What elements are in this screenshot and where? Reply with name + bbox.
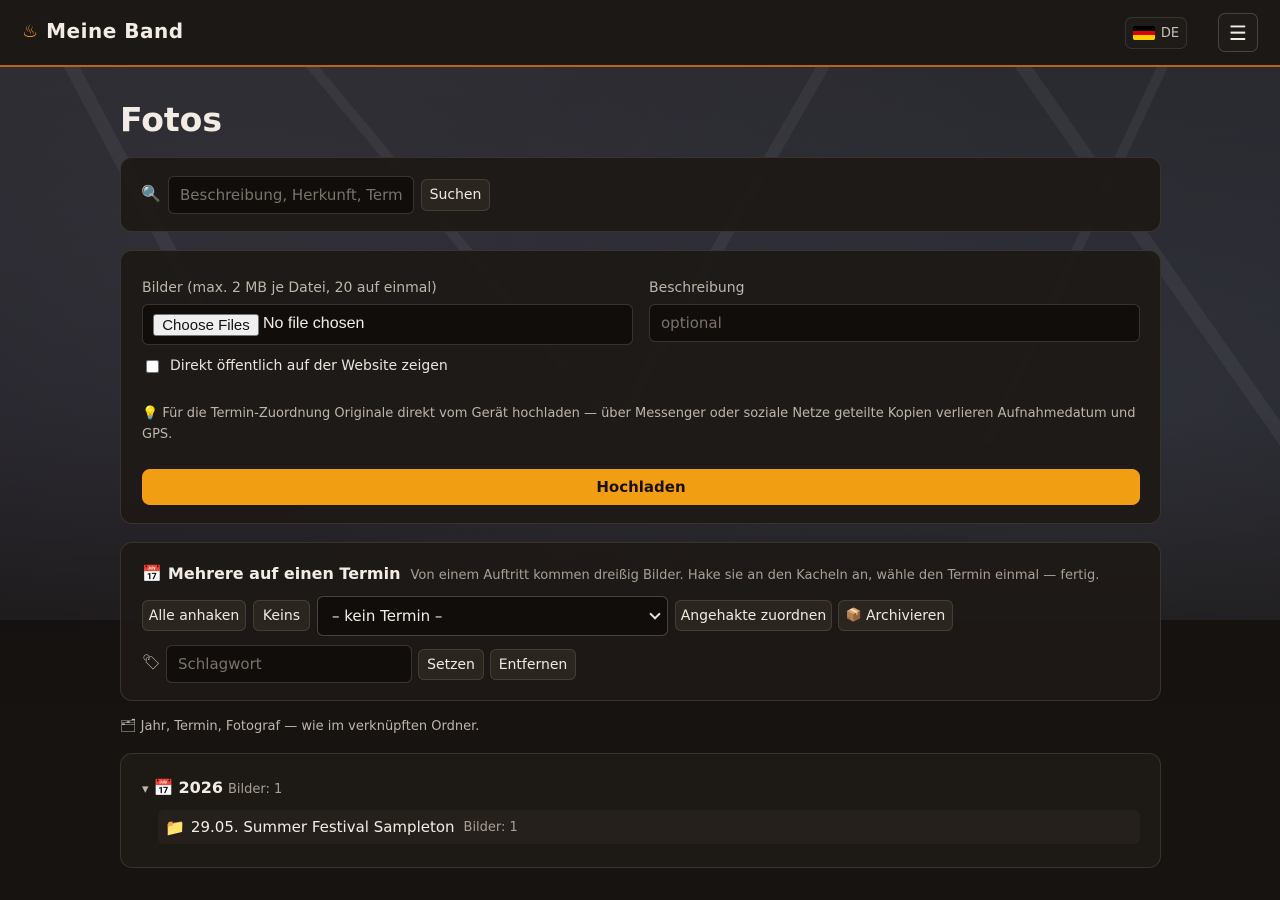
event-folder-name: 29.05. Summer Festival Sampleton: [190, 818, 455, 836]
brand[interactable]: ♨ Meine Band: [22, 19, 184, 43]
upload-hint: 💡 Für die Termin-Zuordnung Originale dir…: [142, 403, 1142, 445]
german-flag-icon: [1132, 26, 1155, 40]
page-title: Fotos: [120, 100, 222, 139]
folder-icon: 📁: [165, 817, 185, 837]
images-label: Bilder (max. 2 MB je Datei, 20 auf einma…: [142, 280, 437, 296]
archive-label: Archivieren: [865, 607, 946, 624]
bulk-title: Mehrere auf einen Termin: [167, 564, 401, 583]
event-folder-row[interactable]: 📁 29.05. Summer Festival Sampleton Bilde…: [158, 810, 1140, 844]
chevron-down-icon: [649, 608, 661, 620]
tag-input[interactable]: [166, 645, 412, 683]
upload-card: Bilder (max. 2 MB je Datei, 20 auf einma…: [120, 250, 1161, 524]
archive-button[interactable]: 📦 Archivieren: [838, 600, 953, 631]
disclosure-triangle-icon: ▾: [142, 782, 149, 797]
bulk-header: 📅 Mehrere auf einen Termin Von einem Auf…: [142, 564, 1099, 583]
year-group-toggle[interactable]: ▾ 📅 2026 Bilder: 1: [142, 778, 282, 797]
search-icon: 🔍: [141, 184, 161, 203]
description-label: Beschreibung: [649, 280, 745, 296]
package-icon: 📦: [845, 608, 862, 623]
folders-hint-text: Jahr, Termin, Fotograf — wie im verknüpf…: [140, 719, 480, 734]
search-card: 🔍 Suchen: [120, 157, 1161, 232]
calendar-icon: 📅: [142, 564, 162, 583]
hot-springs-icon: ♨: [22, 20, 39, 42]
folder-tree-card: ▾ 📅 2026 Bilder: 1 📁 29.05. Summer Festi…: [120, 753, 1161, 868]
bulk-subtitle: Von einem Auftritt kommen dreißig Bilder…: [410, 568, 1100, 583]
select-none-button[interactable]: Keins: [253, 600, 310, 631]
lightbulb-icon: 💡: [142, 406, 159, 421]
language-code: DE: [1160, 25, 1180, 41]
calendar-icon: 📅: [153, 778, 174, 797]
search-button[interactable]: Suchen: [421, 179, 490, 211]
top-navigation-bar: ♨ Meine Band DE ☰: [0, 0, 1280, 67]
termin-select[interactable]: – kein Termin –: [317, 596, 668, 636]
year-count: Bilder: 1: [227, 782, 283, 797]
language-switcher-button[interactable]: DE: [1125, 17, 1187, 49]
select-all-button[interactable]: Alle anhaken: [142, 600, 246, 631]
card-index-dividers-icon: 🗂: [120, 719, 137, 734]
no-file-text: No file chosen: [263, 315, 365, 332]
set-tag-button[interactable]: Setzen: [418, 649, 484, 680]
file-input[interactable]: Choose Files No file chosen: [142, 304, 633, 345]
description-input[interactable]: [649, 304, 1140, 342]
remove-tag-button[interactable]: Entfernen: [490, 649, 576, 680]
choose-files-button[interactable]: Choose Files: [153, 314, 259, 336]
termin-select-value: – kein Termin –: [332, 607, 443, 625]
brand-name: Meine Band: [46, 19, 184, 43]
search-input[interactable]: [168, 176, 414, 214]
folders-hint: 🗂 Jahr, Termin, Fotograf — wie im verknü…: [120, 719, 479, 734]
hamburger-menu-button[interactable]: ☰: [1218, 13, 1258, 52]
public-checkbox-label: Direkt öffentlich auf der Website zeigen: [170, 358, 448, 374]
public-checkbox[interactable]: [146, 360, 159, 373]
event-folder-count: Bilder: 1: [463, 819, 518, 835]
tag-icon: 🏷: [142, 653, 162, 671]
upload-hint-text: Für die Termin-Zuordnung Originale direk…: [142, 406, 1136, 442]
assign-selected-button[interactable]: Angehakte zuordnen: [675, 600, 832, 631]
bulk-assign-card: 📅 Mehrere auf einen Termin Von einem Auf…: [120, 542, 1161, 701]
hamburger-icon: ☰: [1229, 20, 1247, 45]
year-label: 2026: [178, 778, 223, 797]
upload-submit-button[interactable]: Hochladen: [142, 469, 1140, 505]
